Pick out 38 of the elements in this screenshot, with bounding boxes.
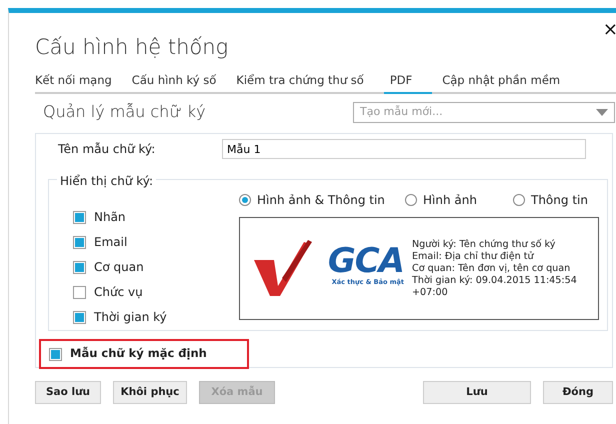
close-button[interactable]: × [602,21,616,39]
action-button[interactable]: Lưu [423,381,531,404]
radio-label: Hình ảnh [423,192,477,210]
preview-text-line: Cơ quan: Tên đơn vị, tên cơ quan [412,262,572,275]
radio-button[interactable] [405,194,417,206]
tab[interactable]: PDF [384,72,432,94]
section-title: Quản lý mẫu chữ ký [43,101,206,124]
checkbox-label: Thời gian ký [94,309,167,326]
group-legend: Hiển thị chữ ký: [57,172,156,190]
checkbox-label: Nhãn [94,209,126,226]
checkbox-label: Mẫu chữ ký mặc định [70,345,207,362]
tab[interactable]: Cấu hình ký số [132,72,226,94]
tab[interactable]: Cập nhật phần mềm [442,72,570,94]
checkbox[interactable] [73,286,86,299]
preview-text-line: Email: Địa chỉ thư điện tử [412,250,535,263]
radio-label: Hình ảnh & Thông tin [257,192,385,210]
checkbox[interactable] [73,210,86,224]
checkbox[interactable] [49,348,62,361]
radio-button[interactable] [513,194,525,206]
action-button[interactable]: Đóng [543,381,613,404]
checkbox[interactable] [73,260,86,274]
checkbox[interactable] [73,236,86,249]
checkbox-label: Cơ quan [94,259,144,276]
radio-label: Thông tin [531,192,588,210]
tab[interactable]: Kiểm tra chứng thư số [236,72,374,94]
preview-text-line: Thời gian ký: 09.04.2015 11:45:54 +07:00 [412,274,578,299]
checkbox-label: Chức vụ [94,284,143,302]
tab[interactable]: Kết nối mạng [35,72,122,94]
action-button[interactable]: Khôi phục [113,381,187,404]
name-input-field[interactable]: Mẫu 1 [222,139,586,160]
field-label: Tên mẫu chữ ký: [57,141,156,158]
caret-icon [596,108,608,116]
preview-text-line: Người ký: Tên chứng thư số ký [412,238,556,251]
checkbox-label: Email [94,234,128,252]
radio-button[interactable] [239,194,251,206]
dialog-title: Cấu hình hệ thống [35,35,230,60]
checkbox[interactable] [73,310,86,324]
action-button[interactable]: Sao lưu [35,381,101,404]
